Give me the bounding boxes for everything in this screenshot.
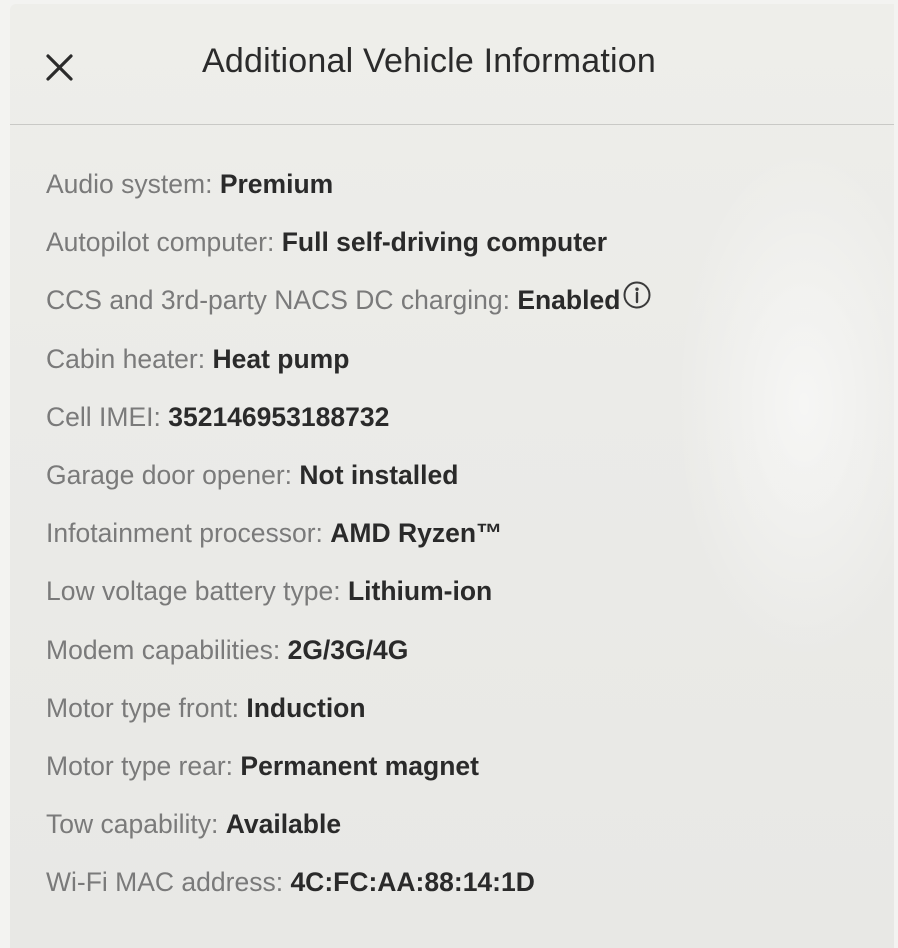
info-label: Modem capabilities: — [46, 634, 281, 665]
info-label: Infotainment processor: — [46, 518, 323, 549]
info-value: Permanent magnet — [240, 750, 479, 781]
info-label: Motor type rear: — [46, 750, 234, 781]
info-row-low-voltage-battery: Low voltage battery type: Lithium-ion — [46, 571, 652, 629]
info-row-garage-door-opener: Garage door opener: Not installed — [46, 455, 652, 513]
info-value: Full self-driving computer — [281, 227, 608, 258]
info-row-motor-type-rear: Motor type rear: Permanent magnet — [46, 746, 652, 804]
info-label: Tow capability: — [46, 809, 219, 840]
info-value: Not installed — [299, 459, 459, 490]
info-label: Garage door opener: — [46, 459, 293, 490]
info-row-infotainment-processor: Infotainment processor: AMD Ryzen™ — [46, 513, 652, 571]
info-value: 2G/3G/4G — [287, 634, 409, 665]
vehicle-info-dialog: Additional Vehicle Information Audio sys… — [10, 4, 894, 948]
info-value: AMD Ryzen™ — [330, 518, 503, 549]
dialog-header: Additional Vehicle Information — [10, 4, 894, 125]
info-row-cell-imei: Cell IMEI: 352146953188732 — [46, 397, 652, 455]
info-value: Lithium-ion — [348, 576, 493, 607]
info-label: Cabin heater: — [46, 343, 206, 374]
vehicle-info-list: Audio system: Premium Autopilot computer… — [46, 164, 652, 920]
close-icon — [46, 54, 73, 81]
info-row-modem-capabilities: Modem capabilities: 2G/3G/4G — [46, 630, 652, 688]
info-label: Autopilot computer: — [46, 227, 275, 258]
info-value: Premium — [219, 169, 334, 199]
dialog-title: Additional Vehicle Information — [202, 42, 656, 80]
info-label: Wi-Fi MAC address: — [46, 867, 284, 898]
info-label: CCS and 3rd-party NACS DC charging: — [46, 285, 510, 316]
info-value: Induction — [246, 692, 366, 723]
info-row-motor-type-front: Motor type front: Induction — [46, 688, 652, 746]
info-label: Motor type front: — [46, 692, 239, 723]
info-icon[interactable] — [622, 280, 652, 321]
info-label: Audio system: — [46, 169, 213, 199]
info-row-tow-capability: Tow capability: Available — [46, 804, 652, 862]
info-value: 352146953188732 — [168, 401, 390, 432]
info-value: Available — [225, 809, 342, 840]
info-value: 4C:FC:AA:88:14:1D — [290, 867, 535, 898]
screen-glare — [674, 144, 894, 664]
info-value: Heat pump — [212, 343, 350, 374]
info-label: Low voltage battery type: — [46, 576, 341, 607]
info-row-wifi-mac-address: Wi-Fi MAC address: 4C:FC:AA:88:14:1D — [46, 862, 652, 920]
info-value: Enabled — [517, 285, 621, 316]
info-row-dc-charging: CCS and 3rd-party NACS DC charging: Enab… — [46, 280, 652, 338]
close-button[interactable] — [38, 44, 82, 88]
info-row-autopilot-computer: Autopilot computer: Full self-driving co… — [46, 222, 652, 280]
info-row-audio-system: Audio system: Premium — [46, 164, 652, 222]
info-row-cabin-heater: Cabin heater: Heat pump — [46, 339, 652, 397]
info-label: Cell IMEI: — [46, 401, 161, 432]
